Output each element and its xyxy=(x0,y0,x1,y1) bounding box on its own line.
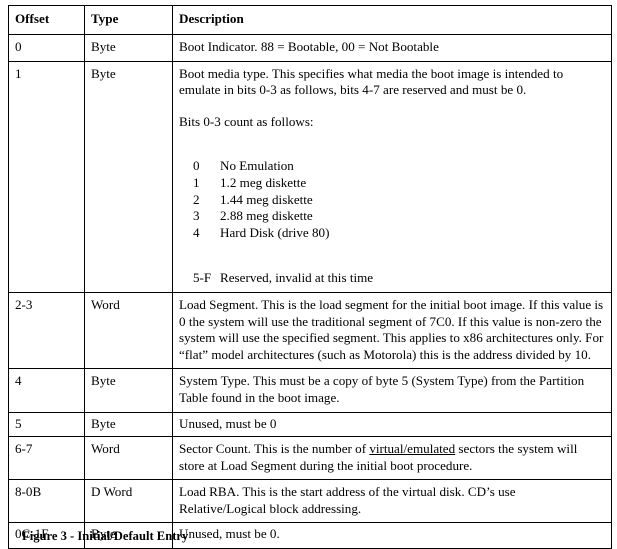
bits-count-intro: Bits 0-3 count as follows: xyxy=(179,113,314,129)
table-row: 4 Byte System Type. This must be a copy … xyxy=(8,368,612,413)
cell-type: Byte xyxy=(84,60,173,293)
bit-code: 4 xyxy=(193,224,200,240)
initial-default-entry-table: Offset Type Description 0 Byte Boot Indi… xyxy=(8,5,612,549)
cell-offset: 1 xyxy=(8,60,85,293)
list-item: 4 Hard Disk (drive 80) xyxy=(179,225,605,242)
bit-code-reserved: 5-F xyxy=(193,270,212,286)
table-row: 6-7 Word Sector Count. This is the numbe… xyxy=(8,436,612,481)
bit-label: 1.44 meg diskette xyxy=(220,191,313,207)
sector-count-emulated: emulated xyxy=(407,441,456,457)
cell-description: Load RBA. This is the start address of t… xyxy=(172,479,612,524)
figure-caption: Figure 3 - Initial/Default Entry xyxy=(22,529,189,543)
cell-description: System Type. This must be a copy of byte… xyxy=(172,368,612,413)
bit-code: 1 xyxy=(193,174,200,190)
boot-media-type-intro: Boot media type. This specifies what med… xyxy=(179,65,564,98)
cell-description: Load Segment. This is the load segment f… xyxy=(172,291,612,370)
cell-offset: 6-7 xyxy=(8,436,85,481)
cell-offset: 4 xyxy=(8,368,85,413)
bit-code: 0 xyxy=(193,158,200,174)
bit-label: 2.88 meg diskette xyxy=(220,208,313,224)
bit-label: Hard Disk (drive 80) xyxy=(220,224,330,240)
cell-offset: 2-3 xyxy=(8,291,85,370)
column-header-description: Description xyxy=(172,5,612,35)
table-row: 2-3 Word Load Segment. This is the load … xyxy=(8,291,612,370)
table-row: 0 Byte Boot Indicator. 88 = Bootable, 00… xyxy=(8,34,612,62)
table-row: 8-0B D Word Load RBA. This is the start … xyxy=(8,479,612,524)
table-body: 0 Byte Boot Indicator. 88 = Bootable, 00… xyxy=(8,34,612,549)
cell-description: Boot media type. This specifies what med… xyxy=(172,60,612,293)
cell-type: Word xyxy=(84,436,173,481)
list-item: 0 No Emulation xyxy=(179,158,605,175)
sector-count-virtual: virtual xyxy=(369,441,404,457)
cell-type: Byte xyxy=(84,34,173,62)
cell-offset: 5 xyxy=(8,411,85,438)
cell-type: Byte xyxy=(84,368,173,413)
column-header-offset: Offset xyxy=(8,5,85,35)
cell-offset: 8-0B xyxy=(8,479,85,524)
cell-type: D Word xyxy=(84,479,173,524)
cell-type: Word xyxy=(84,291,173,370)
cell-description: Unused, must be 0 xyxy=(172,411,612,438)
table-row: 5 Byte Unused, must be 0 xyxy=(8,411,612,438)
sector-count-pre: Sector Count. This is the number of xyxy=(179,441,370,457)
bits-value-list: 0 No Emulation 1 1.2 meg diskette 2 1.44 me… xyxy=(179,158,605,241)
column-header-type: Type xyxy=(84,5,173,35)
list-item: 3 2.88 meg diskette xyxy=(179,208,605,225)
bit-label-reserved: Reserved, invalid at this time xyxy=(220,270,374,286)
bit-code: 2 xyxy=(193,191,200,207)
table-header: Offset Type Description xyxy=(8,5,612,35)
cell-description: Unused, must be 0. xyxy=(172,522,612,549)
bit-label: No Emulation xyxy=(220,158,294,174)
table-row: 1 Byte Boot media type. This specifies w… xyxy=(8,60,612,293)
document-page: Offset Type Description 0 Byte Boot Indi… xyxy=(0,0,617,549)
list-item: 2 1.44 meg diskette xyxy=(179,192,605,209)
list-item: 1 1.2 meg diskette xyxy=(179,175,605,192)
cell-type: Byte xyxy=(84,411,173,438)
bit-code: 3 xyxy=(193,208,200,224)
cell-offset: 0 xyxy=(8,34,85,62)
bit-label: 1.2 meg diskette xyxy=(220,174,307,190)
cell-description: Sector Count. This is the number of virt… xyxy=(172,436,612,481)
bits-reserved-row: 5-F Reserved, invalid at this time xyxy=(179,270,605,287)
table-header-row: Offset Type Description xyxy=(8,5,612,35)
cell-description: Boot Indicator. 88 = Bootable, 00 = Not … xyxy=(172,34,612,62)
